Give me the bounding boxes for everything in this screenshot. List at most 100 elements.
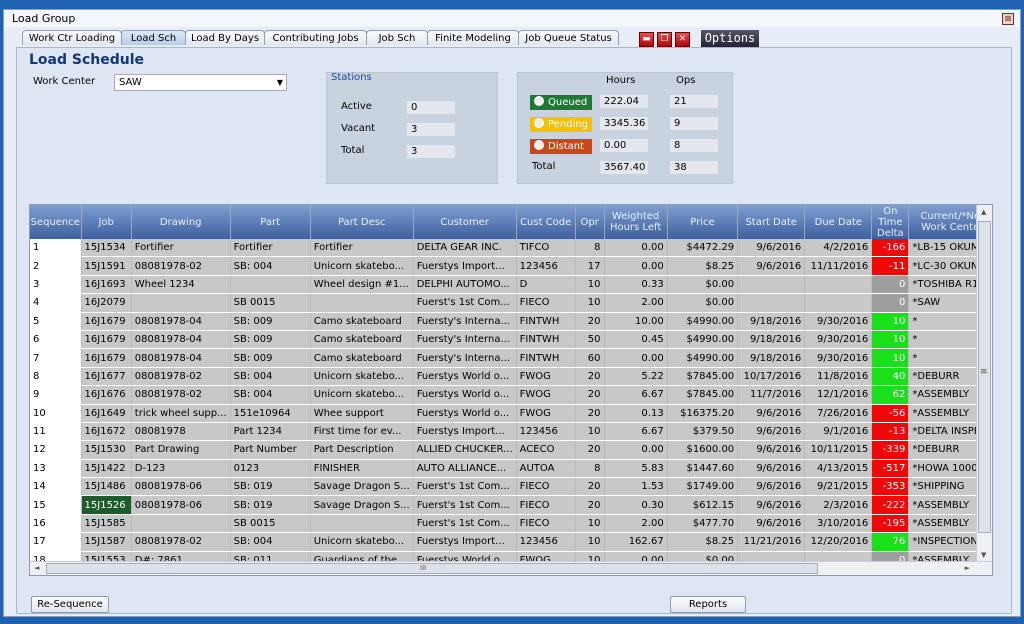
column-header[interactable]: Price bbox=[667, 205, 739, 239]
table-cell: Part 1234 bbox=[230, 422, 311, 442]
horizontal-scrollbar[interactable]: ◄ III ► bbox=[30, 561, 992, 575]
column-header[interactable]: Part Desc bbox=[310, 205, 414, 239]
table-cell: 9/30/2016 bbox=[804, 348, 873, 368]
queued-ops: 21 bbox=[670, 95, 718, 108]
close-icon[interactable]: ✕ bbox=[675, 32, 690, 47]
table-row[interactable]: 3 16J1693 Wheel 1234 Wheel design #1... DELP… bbox=[30, 275, 992, 295]
table-cell: 15J1585 bbox=[81, 514, 132, 534]
table-cell: 10.00 bbox=[604, 312, 668, 331]
column-header[interactable]: Sequence bbox=[30, 205, 82, 239]
table-cell: 16J1677 bbox=[81, 367, 132, 387]
table-cell: Part Drawing bbox=[131, 440, 231, 460]
column-header[interactable]: Start Date bbox=[737, 205, 806, 239]
table-row[interactable]: 1 15J1534 Fortifier Fortifier Fortifier DELTA… bbox=[30, 239, 992, 258]
stations-vacant-label: Vacant bbox=[341, 123, 376, 134]
table-cell: 0.00 bbox=[604, 348, 668, 368]
table-cell: 3 bbox=[30, 275, 82, 295]
table-cell: 6.67 bbox=[604, 422, 668, 442]
tab-job-queue-status[interactable]: Job Queue Status bbox=[518, 30, 619, 45]
work-center-select[interactable]: SAW ▼ bbox=[114, 74, 287, 91]
table-row[interactable]: 16 15J1585 SB 0015 Fuerst's 1st Com... FIECO… bbox=[30, 514, 992, 534]
queued-hours: 222.04 bbox=[600, 95, 648, 108]
table-cell: 9/30/2016 bbox=[804, 312, 873, 331]
table-cell: 151e10964 bbox=[230, 404, 311, 423]
column-header[interactable]: Drawing bbox=[131, 205, 231, 239]
scroll-right-icon[interactable]: ► bbox=[965, 564, 970, 572]
table-row[interactable]: 2 15J1591 08081978-02 SB: 004 Unicorn skateb… bbox=[30, 256, 992, 276]
table-cell: 0.00 bbox=[604, 440, 668, 460]
table-cell: 9/18/2016 bbox=[737, 312, 806, 331]
window-close-icon[interactable]: ⊠ bbox=[1002, 13, 1014, 25]
table-cell: Fuerstys World o... bbox=[413, 385, 517, 405]
column-header[interactable]: On Time Delta bbox=[871, 205, 910, 239]
minimize-icon[interactable]: ▬ bbox=[639, 32, 654, 47]
table-row[interactable]: 5 16J1679 08081978-04 SB: 009 Camo skateboar… bbox=[30, 312, 992, 331]
column-header[interactable]: Cust Code bbox=[516, 205, 576, 239]
table-cell: 123456 bbox=[516, 422, 576, 442]
load-group-window: Load Group ⊠ Work Ctr Loading Load Sch L… bbox=[3, 9, 1021, 617]
scroll-down-icon[interactable]: ▼ bbox=[981, 551, 986, 559]
table-row[interactable]: 17 15J1587 08081978-02 SB: 004 Unicorn skate… bbox=[30, 532, 992, 552]
table-row[interactable]: 7 16J1679 08081978-04 SB: 009 Camo skateboar… bbox=[30, 348, 992, 368]
table-cell: 0.45 bbox=[604, 330, 668, 350]
tab-job-sch[interactable]: Job Sch bbox=[366, 30, 428, 45]
hours-header: Hours bbox=[606, 75, 636, 86]
vertical-scrollbar[interactable]: ▲ ≡ ▼ bbox=[976, 205, 992, 575]
resequence-button[interactable]: Re-Sequence bbox=[31, 596, 109, 613]
column-header[interactable]: Opr bbox=[575, 205, 605, 239]
tab-finite-modeling[interactable]: Finite Modeling bbox=[427, 30, 519, 45]
distant-label: Distant bbox=[548, 141, 584, 152]
status-dot-icon bbox=[534, 118, 544, 128]
table-cell: 4 bbox=[30, 293, 82, 313]
table-cell: 10 bbox=[575, 532, 605, 552]
table-cell: 08081978-02 bbox=[131, 385, 231, 405]
table-cell: 40 bbox=[871, 367, 910, 387]
schedule-table: Sequence Job Drawing Part Part Desc Customer C… bbox=[30, 205, 992, 575]
table-row[interactable]: 15 15J1526 08081978-06 SB: 019 Savage Dragon… bbox=[30, 495, 992, 515]
tab-load-sch[interactable]: Load Sch bbox=[121, 30, 186, 45]
column-header[interactable]: Weighted Hours Left bbox=[604, 205, 668, 239]
table-row[interactable]: 8 16J1677 08081978-02 SB: 004 Unicorn skateb… bbox=[30, 367, 992, 387]
table-cell: 15J1422 bbox=[81, 459, 132, 479]
table-row[interactable]: 11 16J1672 08081978 Part 1234 First time for… bbox=[30, 422, 992, 442]
scroll-left-icon[interactable]: ◄ bbox=[34, 564, 39, 572]
options-button[interactable]: Options bbox=[701, 30, 759, 47]
table-cell: 1 bbox=[30, 239, 82, 258]
chevron-down-icon[interactable]: ▼ bbox=[277, 75, 283, 90]
load-schedule-grid[interactable]: Sequence Job Drawing Part Part Desc Customer C… bbox=[29, 204, 993, 576]
table-cell: -195 bbox=[871, 514, 910, 534]
restore-icon[interactable]: ❐ bbox=[657, 32, 672, 47]
table-cell: 76 bbox=[871, 532, 910, 552]
horizontal-scroll-thumb[interactable] bbox=[46, 563, 818, 574]
table-row[interactable]: 14 15J1486 08081978-06 SB: 019 Savage Dragon… bbox=[30, 477, 992, 497]
table-cell: 9/6/2016 bbox=[737, 256, 806, 276]
table-cell: 20 bbox=[575, 477, 605, 497]
table-row[interactable]: 9 16J1676 08081978-02 SB: 004 Unicorn skateb… bbox=[30, 385, 992, 405]
vertical-scroll-thumb[interactable] bbox=[978, 221, 991, 533]
table-row[interactable]: 10 16J1649 trick wheel supp... 151e10964 Whe… bbox=[30, 404, 992, 423]
tab-load-by-days[interactable]: Load By Days bbox=[185, 30, 265, 45]
table-row[interactable]: 12 15J1530 Part Drawing Part Number Part Des… bbox=[30, 440, 992, 460]
column-header[interactable]: Customer bbox=[413, 205, 517, 239]
tab-contributing-jobs[interactable]: Contributing Jobs bbox=[264, 30, 367, 45]
column-header[interactable]: Due Date bbox=[804, 205, 873, 239]
table-row[interactable]: 4 16J2079 SB 0015 Fuerst's 1st Com... FIECO 1… bbox=[30, 293, 992, 313]
window-title: Load Group bbox=[12, 12, 76, 25]
table-cell: -517 bbox=[871, 459, 910, 479]
grid-body: 1 15J1534 Fortifier Fortifier Fortifier DELTA… bbox=[30, 239, 992, 575]
table-cell: 15J1534 bbox=[81, 239, 132, 258]
table-cell: 8 bbox=[30, 367, 82, 387]
table-cell: D-123 bbox=[131, 459, 231, 479]
reports-button[interactable]: Reports bbox=[670, 596, 746, 613]
table-cell: $612.15 bbox=[667, 495, 739, 515]
column-header[interactable]: Job bbox=[81, 205, 132, 239]
table-cell: Fortifier bbox=[310, 239, 414, 258]
table-cell: FINISHER bbox=[310, 459, 414, 479]
column-header[interactable]: Part bbox=[230, 205, 311, 239]
tab-work-ctr-loading[interactable]: Work Ctr Loading bbox=[22, 30, 122, 45]
table-row[interactable]: 6 16J1679 08081978-04 SB: 009 Camo skateboar… bbox=[30, 330, 992, 350]
pending-hours: 3345.36 bbox=[600, 117, 648, 130]
scroll-up-icon[interactable]: ▲ bbox=[981, 208, 986, 216]
table-cell: 16J1676 bbox=[81, 385, 132, 405]
table-row[interactable]: 13 15J1422 D-123 0123 FINISHER AUTO ALLIANCE.… bbox=[30, 459, 992, 479]
